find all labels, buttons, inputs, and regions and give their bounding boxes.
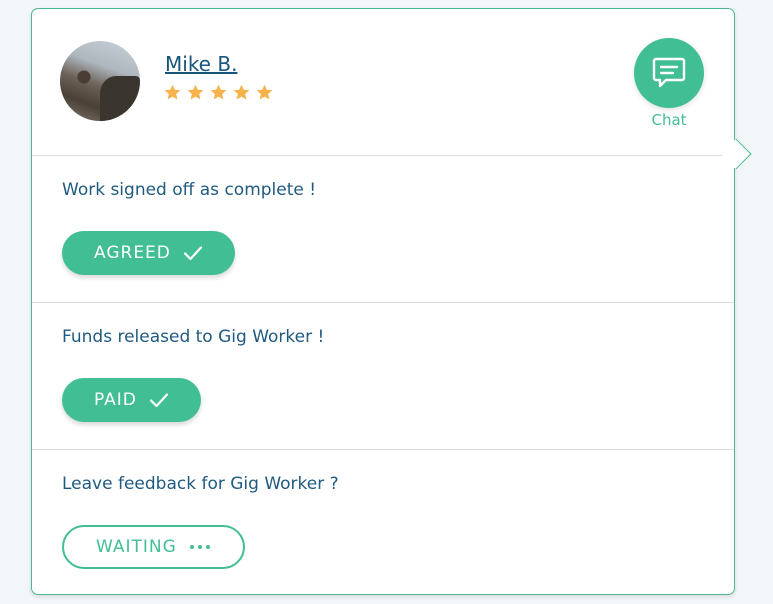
card-header: Mike B. Chat [32,9,734,155]
step-leave-feedback: Leave feedback for Gig Worker ? WAITING [32,449,734,597]
step-work-signed-off: Work signed off as complete ! AGREED [32,155,734,303]
check-icon [149,393,169,408]
avatar[interactable] [60,41,140,121]
chat-button[interactable] [634,38,704,108]
status-label: WAITING [96,537,177,557]
star-rating [163,83,274,102]
agreed-button[interactable]: AGREED [62,231,235,275]
step-funds-released: Funds released to Gig Worker ! PAID [32,302,734,450]
step-message: Leave feedback for Gig Worker ? [62,474,339,494]
star-icon [233,84,250,100]
ellipsis-icon [189,545,210,549]
step-message: Work signed off as complete ! [62,180,317,200]
status-label: AGREED [94,243,171,263]
status-label: PAID [94,390,137,410]
chat-bubble-icon [652,57,686,88]
paid-button[interactable]: PAID [62,378,201,422]
star-icon [256,84,273,100]
check-icon [183,246,202,261]
gig-status-card: Mike B. Chat Work signed off as complete… [31,8,735,595]
step-message: Funds released to Gig Worker ! [62,327,325,347]
chat-label[interactable]: Chat [634,111,704,129]
star-icon [164,84,181,100]
waiting-button[interactable]: WAITING [62,525,245,569]
user-name-link[interactable]: Mike B. [165,52,237,76]
star-icon [210,84,227,100]
star-icon [187,84,204,100]
